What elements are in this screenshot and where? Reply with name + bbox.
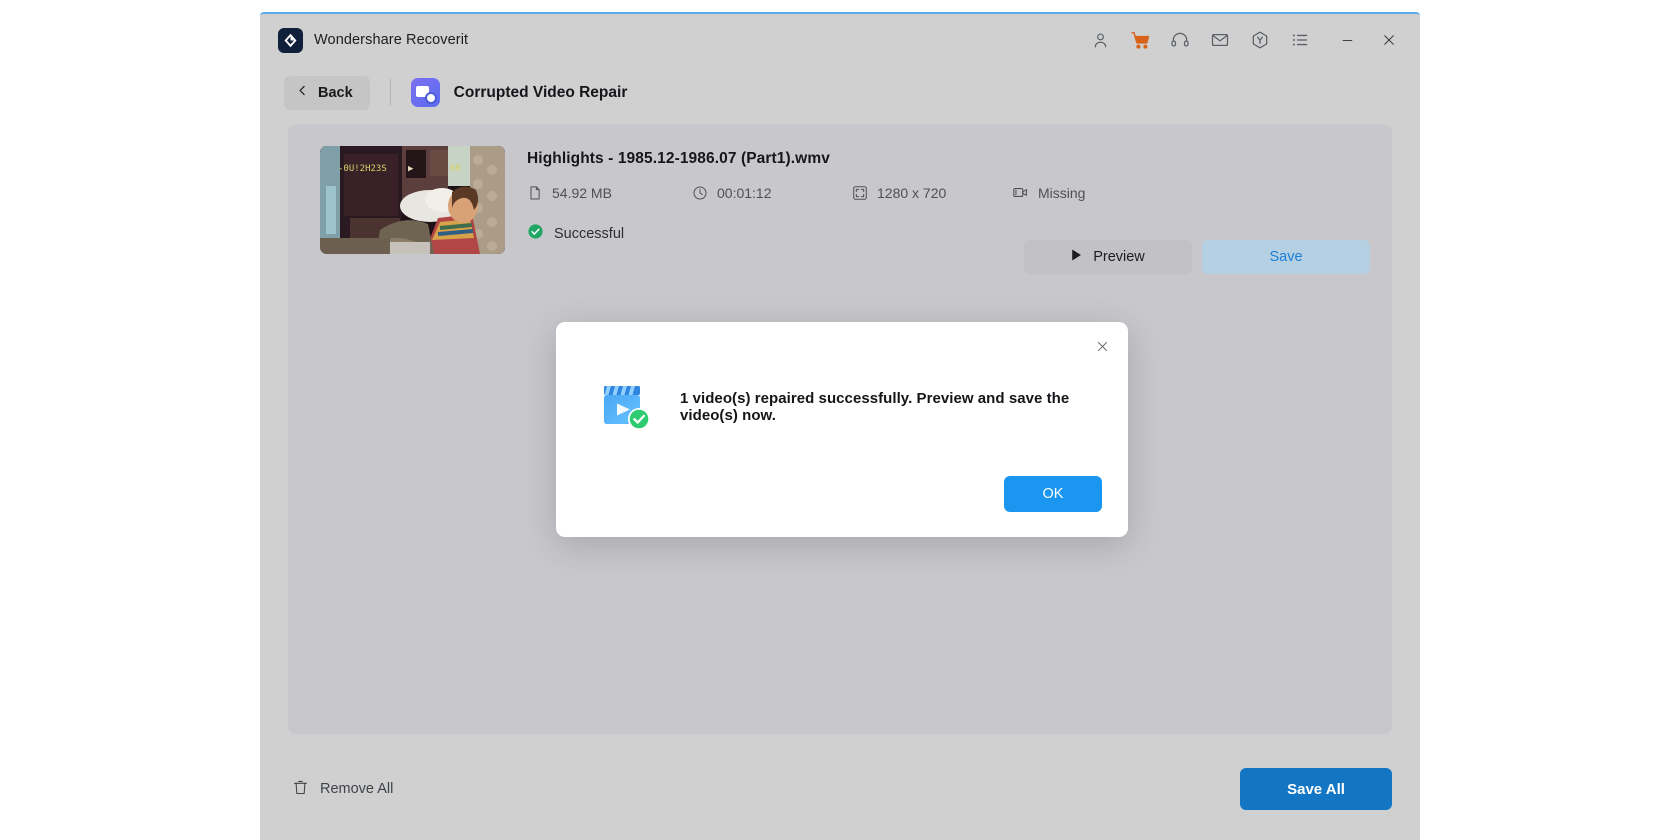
modal-message: 1 video(s) repaired successfully. Previe… bbox=[680, 390, 1070, 424]
ok-button[interactable]: OK bbox=[1004, 476, 1102, 512]
video-repaired-success-icon bbox=[602, 382, 654, 432]
screen: Wondershare Recoverit Back Corrupted Vid… bbox=[0, 0, 1680, 840]
ok-button-label: OK bbox=[1042, 486, 1064, 502]
modal-layer: 1 video(s) repaired successfully. Previe… bbox=[260, 14, 1420, 840]
success-dialog: 1 video(s) repaired successfully. Previe… bbox=[556, 322, 1128, 537]
modal-close-button[interactable] bbox=[1088, 332, 1116, 360]
modal-footer: OK bbox=[1004, 476, 1102, 512]
application-window: Wondershare Recoverit Back Corrupted Vid… bbox=[260, 12, 1420, 840]
modal-body: 1 video(s) repaired successfully. Previe… bbox=[602, 382, 1098, 432]
